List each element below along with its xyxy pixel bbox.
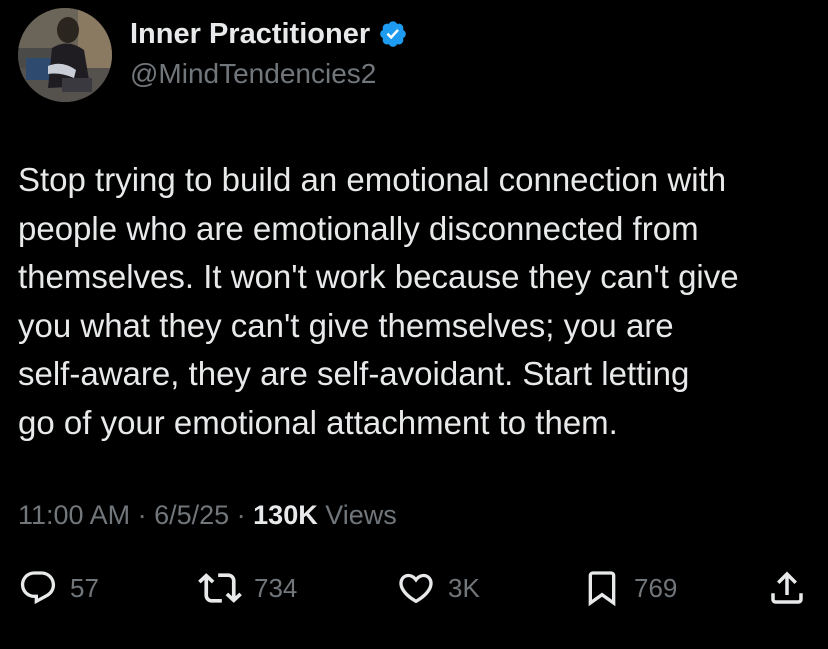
meta-separator: · xyxy=(130,500,155,530)
heart-icon xyxy=(399,573,433,604)
avatar-photo xyxy=(18,8,112,102)
meta-separator: · xyxy=(229,500,254,530)
reply-button[interactable]: 57 xyxy=(18,564,99,612)
like-count: 3K xyxy=(448,572,480,603)
share-button[interactable] xyxy=(766,564,808,612)
author-display-name[interactable]: Inner Practitioner xyxy=(130,18,370,51)
tweet-date[interactable]: 6/5/25 xyxy=(154,500,229,531)
tweet-time[interactable]: 11:00 AM xyxy=(18,500,130,531)
views-label: Views xyxy=(317,500,397,530)
like-button[interactable]: 3K xyxy=(396,564,480,612)
author-handle[interactable]: @MindTendencies2 xyxy=(130,58,376,90)
reply-count: 57 xyxy=(70,572,99,603)
bookmark-icon xyxy=(588,571,616,607)
verified-badge-icon[interactable] xyxy=(378,19,408,49)
reply-icon xyxy=(20,571,56,605)
repost-count: 734 xyxy=(254,572,298,603)
share-icon xyxy=(771,571,803,604)
repost-button[interactable]: 734 xyxy=(198,564,297,612)
author-name-row[interactable]: Inner Practitioner xyxy=(130,14,408,54)
tweet-meta: 11:00 AM · 6/5/25 · 130K Views xyxy=(18,500,397,531)
repost-icon xyxy=(198,573,242,603)
bookmark-count: 769 xyxy=(634,572,678,603)
views-count[interactable]: 130K xyxy=(253,500,318,531)
avatar[interactable] xyxy=(18,8,112,102)
action-bar: 57 734 3K 769 xyxy=(0,564,828,612)
tweet-text: Stop trying to build an emotional connec… xyxy=(18,161,739,441)
bookmark-button[interactable]: 769 xyxy=(582,564,677,612)
